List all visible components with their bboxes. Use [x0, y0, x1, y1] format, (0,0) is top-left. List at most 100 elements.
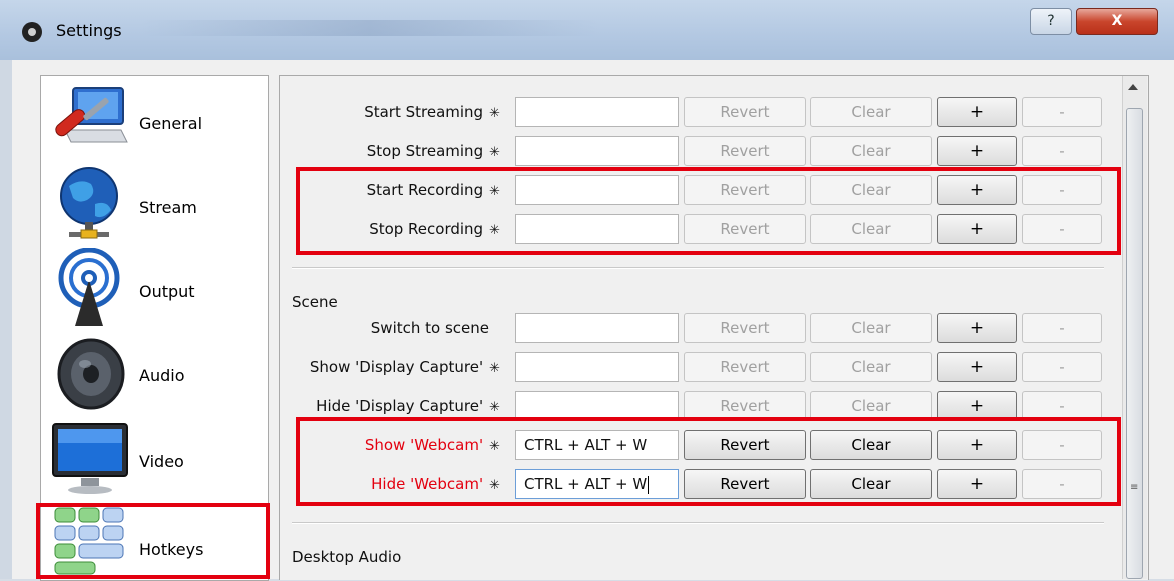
- remove-binding-button[interactable]: -: [1022, 214, 1102, 244]
- remove-binding-button[interactable]: -: [1022, 97, 1102, 127]
- hotkey-label: Show 'Display Capture' ✳: [309, 358, 500, 376]
- scroll-up-arrow-icon[interactable]: [1128, 84, 1138, 90]
- sidebar-item-label: Hotkeys: [139, 540, 204, 559]
- hotkey-label-changed: Hide 'Webcam' ✳: [371, 475, 500, 493]
- add-binding-button[interactable]: +: [937, 136, 1017, 166]
- clear-button[interactable]: Clear: [810, 391, 932, 421]
- hotkey-row-start-streaming: Start Streaming ✳ Revert Clear + -: [280, 94, 1120, 130]
- add-binding-button[interactable]: +: [937, 430, 1017, 460]
- broadcast-icon: [58, 248, 120, 326]
- section-divider: [292, 267, 1104, 269]
- add-binding-button[interactable]: +: [937, 469, 1017, 499]
- hotkey-input[interactable]: [515, 175, 679, 205]
- hotkey-input[interactable]: [515, 391, 679, 421]
- sidebar-item-label: Audio: [139, 366, 185, 385]
- hotkey-input[interactable]: [515, 97, 679, 127]
- monitor-icon: [52, 423, 128, 494]
- scroll-grip-icon: ≡: [1130, 482, 1139, 493]
- sidebar-item-video[interactable]: Video: [41, 412, 268, 496]
- clear-button[interactable]: Clear: [810, 352, 932, 382]
- obs-app-icon: [22, 22, 42, 42]
- section-title-desktop-audio: Desktop Audio: [292, 548, 402, 566]
- clear-button[interactable]: Clear: [810, 175, 932, 205]
- scroll-thumb[interactable]: [1126, 108, 1143, 579]
- remove-binding-button[interactable]: -: [1022, 430, 1102, 460]
- hotkey-row-hide-display-capture: Hide 'Display Capture' ✳ Revert Clear + -: [280, 388, 1120, 424]
- add-binding-button[interactable]: +: [937, 391, 1017, 421]
- clear-button[interactable]: Clear: [810, 97, 932, 127]
- hotkey-label: Stop Streaming ✳: [366, 142, 500, 160]
- text-caret: [648, 475, 650, 494]
- window-title: Settings: [56, 21, 122, 40]
- clear-button[interactable]: Clear: [810, 136, 932, 166]
- revert-button[interactable]: Revert: [684, 352, 806, 382]
- add-binding-button[interactable]: +: [937, 352, 1017, 382]
- add-binding-button[interactable]: +: [937, 175, 1017, 205]
- hotkey-input[interactable]: [515, 352, 679, 382]
- sidebar-item-audio[interactable]: Audio: [41, 328, 268, 412]
- hotkey-row-stop-streaming: Stop Streaming ✳ Revert Clear + -: [280, 133, 1120, 169]
- revert-button[interactable]: Revert: [684, 136, 806, 166]
- revert-button[interactable]: Revert: [684, 175, 806, 205]
- sidebar-item-stream[interactable]: Stream: [41, 160, 268, 244]
- asterisk-icon: ✳: [489, 478, 500, 493]
- section-title-scene: Scene: [292, 293, 338, 311]
- sidebar-item-label: Video: [139, 452, 184, 471]
- sidebar-item-general[interactable]: General: [41, 76, 268, 160]
- hotkey-row-show-display-capture: Show 'Display Capture' ✳ Revert Clear + -: [280, 349, 1120, 385]
- keyboard-icon: [54, 507, 124, 575]
- clear-button[interactable]: Clear: [810, 430, 932, 460]
- remove-binding-button[interactable]: -: [1022, 391, 1102, 421]
- clear-button[interactable]: Clear: [810, 469, 932, 499]
- hotkey-row-start-recording: Start Recording ✳ Revert Clear + -: [280, 172, 1120, 208]
- hotkey-input[interactable]: CTRL + ALT + W: [515, 430, 679, 460]
- speaker-icon: [57, 338, 125, 410]
- hotkey-row-hide-webcam: Hide 'Webcam' ✳ CTRL + ALT + W Revert Cle…: [280, 466, 1120, 502]
- hotkey-input[interactable]: [515, 136, 679, 166]
- remove-binding-button[interactable]: -: [1022, 175, 1102, 205]
- sidebar-item-label: Stream: [139, 198, 197, 217]
- asterisk-icon: ✳: [489, 361, 500, 376]
- hotkey-label: Start Recording ✳: [366, 181, 500, 199]
- clear-button[interactable]: Clear: [810, 313, 932, 343]
- title-bar: Settings ? X: [0, 0, 1174, 61]
- sidebar-item-output[interactable]: Output: [41, 244, 268, 328]
- sidebar-item-label: Output: [139, 282, 195, 301]
- revert-button[interactable]: Revert: [684, 313, 806, 343]
- asterisk-icon: ✳: [489, 145, 500, 160]
- revert-button[interactable]: Revert: [684, 97, 806, 127]
- remove-binding-button[interactable]: -: [1022, 313, 1102, 343]
- sidebar-item-hotkeys[interactable]: Hotkeys: [41, 496, 268, 580]
- add-binding-button[interactable]: +: [937, 97, 1017, 127]
- asterisk-icon: ✳: [489, 184, 500, 199]
- revert-button[interactable]: Revert: [684, 391, 806, 421]
- hotkey-row-show-webcam: Show 'Webcam' ✳ CTRL + ALT + W Revert Cle…: [280, 427, 1120, 463]
- add-binding-button[interactable]: +: [937, 313, 1017, 343]
- help-button[interactable]: ?: [1030, 8, 1072, 35]
- hotkey-input[interactable]: [515, 214, 679, 244]
- hotkey-label: Stop Recording ✳: [369, 220, 500, 238]
- remove-binding-button[interactable]: -: [1022, 469, 1102, 499]
- hotkey-row-switch-to-scene: Switch to scene Revert Clear + -: [280, 310, 1120, 346]
- hotkey-label: Start Streaming ✳: [364, 103, 500, 121]
- close-button[interactable]: X: [1076, 8, 1158, 35]
- hotkey-label-changed: Show 'Webcam' ✳: [364, 436, 500, 454]
- hotkey-label: Switch to scene: [370, 319, 489, 337]
- revert-button[interactable]: Revert: [684, 214, 806, 244]
- sidebar-item-label: General: [139, 114, 203, 133]
- hotkey-input-focused[interactable]: CTRL + ALT + W: [515, 469, 679, 499]
- clear-button[interactable]: Clear: [810, 214, 932, 244]
- revert-button[interactable]: Revert: [684, 469, 806, 499]
- asterisk-icon: ✳: [489, 106, 500, 121]
- hotkey-input[interactable]: [515, 313, 679, 343]
- asterisk-icon: ✳: [489, 223, 500, 238]
- asterisk-icon: ✳: [489, 439, 500, 454]
- remove-binding-button[interactable]: -: [1022, 136, 1102, 166]
- revert-button[interactable]: Revert: [684, 430, 806, 460]
- settings-sidebar: General Stream Output Audio Video Hotkey…: [40, 75, 269, 581]
- add-binding-button[interactable]: +: [937, 214, 1017, 244]
- globe-icon: [60, 167, 118, 239]
- hotkey-label: Hide 'Display Capture' ✳: [316, 397, 500, 415]
- remove-binding-button[interactable]: -: [1022, 352, 1102, 382]
- window-frame: [0, 60, 12, 579]
